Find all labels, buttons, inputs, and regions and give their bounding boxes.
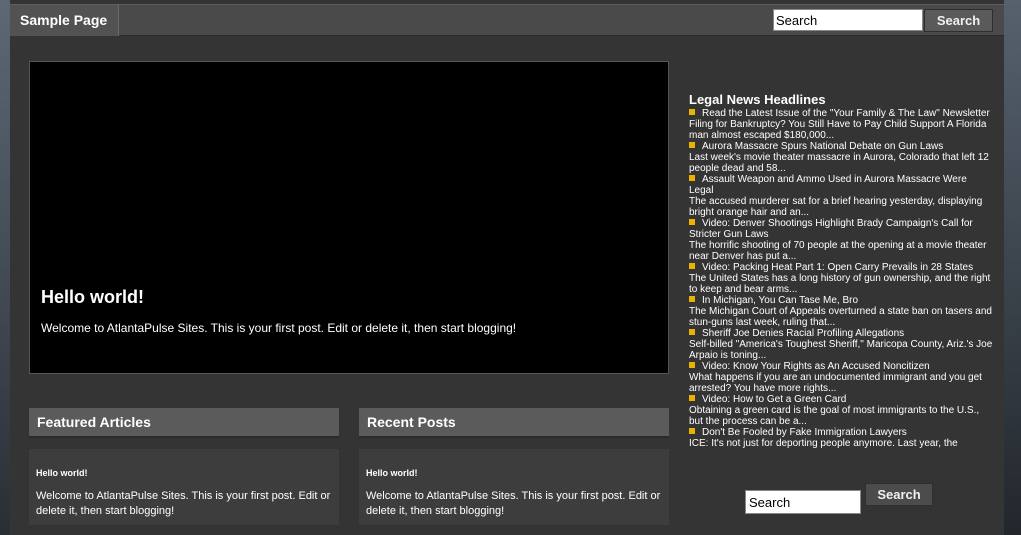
news-item: Video: Denver Shootings Highlight Brady … xyxy=(689,218,993,262)
bullet-icon xyxy=(689,109,695,115)
news-headline-link[interactable]: Video: Denver Shootings Highlight Brady … xyxy=(689,218,993,240)
recent-post-title[interactable]: Hello world! xyxy=(366,468,662,478)
page-wrapper: Sample Page Search Hello world! Welcome … xyxy=(10,0,1004,535)
news-headline-link[interactable]: Aurora Massacre Spurs National Debate on… xyxy=(689,141,993,152)
recent-posts-panel: Hello world! Welcome to AtlantaPulse Sit… xyxy=(359,449,669,525)
sidebar-search-input[interactable] xyxy=(745,490,861,514)
background-right xyxy=(1004,0,1021,535)
news-item: Video: Know Your Rights as An Accused No… xyxy=(689,361,993,394)
bullet-icon xyxy=(689,296,695,302)
news-item: In Michigan, You Can Tase Me, Bro The Mi… xyxy=(689,295,993,328)
news-headline-link[interactable]: Video: How to Get a Green Card xyxy=(689,394,993,405)
news-excerpt: Obtaining a green card is the goal of mo… xyxy=(689,405,980,427)
news-excerpt: The horrific shooting of 70 people at th… xyxy=(689,240,987,262)
top-navigation-bar: Sample Page Search xyxy=(10,4,1004,36)
legal-news-list[interactable]: Read the Latest Issue of the "Your Famil… xyxy=(689,108,993,464)
news-excerpt: The United States has a long history of … xyxy=(689,273,991,295)
featured-articles-heading: Featured Articles xyxy=(29,408,339,438)
news-headline-link[interactable]: Video: Packing Heat Part 1: Open Carry P… xyxy=(689,262,993,273)
featured-post-title[interactable]: Hello world! xyxy=(36,468,332,478)
news-excerpt: Filing for Bankruptcy? You Still Have to… xyxy=(689,119,987,141)
bullet-icon xyxy=(689,362,695,368)
bullet-icon xyxy=(689,263,695,269)
news-item: Sheriff Joe Denies Racial Profiling Alle… xyxy=(689,328,993,361)
bullet-icon xyxy=(689,219,695,225)
bullet-icon xyxy=(689,395,695,401)
featured-post-excerpt: Welcome to AtlantaPulse Sites. This is y… xyxy=(36,490,331,517)
news-excerpt: Last week's movie theater massacre in Au… xyxy=(689,152,989,174)
recent-post-excerpt: Welcome to AtlantaPulse Sites. This is y… xyxy=(366,490,661,517)
hero-post-excerpt: Welcome to AtlantaPulse Sites. This is y… xyxy=(41,321,517,335)
featured-articles-panel: Hello world! Welcome to AtlantaPulse Sit… xyxy=(29,449,339,525)
background-left xyxy=(0,0,10,535)
news-headline-link[interactable]: Video: Know Your Rights as An Accused No… xyxy=(689,361,993,372)
news-item: Video: How to Get a Green Card Obtaining… xyxy=(689,394,993,427)
bullet-icon xyxy=(689,428,695,434)
featured-slider: Hello world! Welcome to AtlantaPulse Sit… xyxy=(29,61,669,374)
header-search-input[interactable] xyxy=(773,9,923,31)
news-headline-link[interactable]: Don't Be Fooled by Fake Immigration Lawy… xyxy=(689,427,993,438)
bullet-icon xyxy=(689,142,695,148)
news-excerpt: ICE: It's not just for deporting people … xyxy=(689,438,958,449)
news-item: Video: Packing Heat Part 1: Open Carry P… xyxy=(689,262,993,295)
site-title-link[interactable]: Sample Page xyxy=(10,5,119,36)
hero-post-title[interactable]: Hello world! xyxy=(41,287,144,308)
news-excerpt: The accused murderer sat for a brief hea… xyxy=(689,196,983,218)
news-excerpt: What happens if you are an undocumented … xyxy=(689,372,982,394)
header-search-button[interactable]: Search xyxy=(924,9,993,32)
news-item: Assault Weapon and Ammo Used in Aurora M… xyxy=(689,174,993,218)
news-headline-link[interactable]: Read the Latest Issue of the "Your Famil… xyxy=(689,108,993,119)
news-headline-link[interactable]: In Michigan, You Can Tase Me, Bro xyxy=(689,295,993,306)
legal-news-title: Legal News Headlines xyxy=(689,92,826,107)
news-excerpt: The Michigan Court of Appeals overturned… xyxy=(689,306,992,328)
sidebar-search-button[interactable]: Search xyxy=(865,483,933,506)
news-headline-link[interactable]: Sheriff Joe Denies Racial Profiling Alle… xyxy=(689,328,993,339)
bullet-icon xyxy=(689,329,695,335)
news-headline-link[interactable]: Assault Weapon and Ammo Used in Aurora M… xyxy=(689,174,993,196)
recent-posts-heading: Recent Posts xyxy=(359,408,669,438)
news-item: Read the Latest Issue of the "Your Famil… xyxy=(689,108,993,141)
news-item: Aurora Massacre Spurs National Debate on… xyxy=(689,141,993,174)
news-item: Don't Be Fooled by Fake Immigration Lawy… xyxy=(689,427,993,449)
news-excerpt: Self-billed "America's Toughest Sheriff,… xyxy=(689,339,993,361)
bullet-icon xyxy=(689,175,695,181)
